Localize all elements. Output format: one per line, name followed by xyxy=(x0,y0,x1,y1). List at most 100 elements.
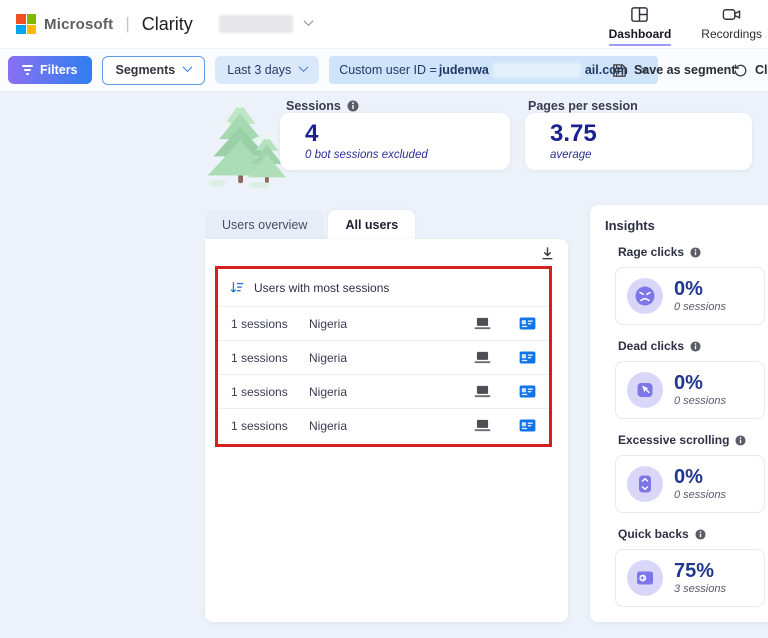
all-users-label: All users xyxy=(345,217,399,232)
insights-panel: Insights Rage clicks 0% 0 sessions Dead … xyxy=(590,205,768,622)
trees-illustration xyxy=(207,101,286,189)
clarity-wordmark: Clarity xyxy=(141,13,193,34)
laptop-icon xyxy=(474,351,491,364)
quick-back-icon xyxy=(627,560,663,596)
info-icon[interactable] xyxy=(690,246,701,258)
segments-dropdown[interactable]: Segments xyxy=(101,55,206,85)
id-card-icon[interactable] xyxy=(519,419,536,432)
row-country: Nigeria xyxy=(309,384,348,399)
chevron-down-icon xyxy=(298,62,309,73)
id-card-icon[interactable] xyxy=(519,317,536,330)
table-row[interactable]: 1 sessions Nigeria xyxy=(218,306,549,340)
users-overview-label: Users overview xyxy=(222,217,308,232)
id-card-icon[interactable] xyxy=(519,385,536,398)
laptop-icon xyxy=(474,419,491,432)
chip-user-start: judenwa xyxy=(438,63,489,77)
filter-icon xyxy=(22,64,33,76)
download-icon xyxy=(542,247,553,260)
dead-clicks-label: Dead clicks xyxy=(618,339,685,353)
filters-label: Filters xyxy=(40,63,78,77)
sort-descending-icon xyxy=(230,281,244,292)
excessive-scrolling-sessions: 0 sessions xyxy=(674,489,726,501)
info-icon[interactable] xyxy=(690,340,701,352)
users-sessions-table-highlighted: Users with most sessions 1 sessions Nige… xyxy=(215,266,552,447)
rage-clicks-value: 0% xyxy=(674,278,703,300)
table-header-label: Users with most sessions xyxy=(254,280,390,295)
info-icon[interactable] xyxy=(695,528,706,540)
chip-prefix: Custom user ID = xyxy=(339,63,437,77)
laptop-icon xyxy=(474,385,491,398)
insight-rage-clicks: Rage clicks 0% 0 sessions xyxy=(615,245,768,325)
project-name-redacted[interactable] xyxy=(218,15,293,33)
rage-clicks-card[interactable]: 0% 0 sessions xyxy=(615,267,765,325)
filters-button[interactable]: Filters xyxy=(8,56,92,84)
tab-all-users[interactable]: All users xyxy=(328,210,416,239)
clear-label: Cle xyxy=(755,63,768,77)
chip-redacted-segment xyxy=(492,62,581,78)
row-country: Nigeria xyxy=(309,316,348,331)
dashboard-label: Dashboard xyxy=(608,27,672,46)
tab-users-overview[interactable]: Users overview xyxy=(205,210,325,239)
microsoft-logo-icon xyxy=(16,14,36,34)
sessions-label-text: Sessions xyxy=(286,99,341,113)
tab-dashboard[interactable]: Dashboard xyxy=(607,5,674,46)
sessions-subtext: 0 bot sessions excluded xyxy=(305,149,428,162)
quick-backs-value: 75% xyxy=(674,560,715,582)
recordings-label: Recordings xyxy=(701,27,762,41)
insight-excessive-scrolling: Excessive scrolling 0% 0 sessions xyxy=(615,433,768,513)
sessions-metric-label: Sessions xyxy=(286,99,359,113)
chevron-down-icon xyxy=(182,62,193,73)
row-sessions: 1 sessions xyxy=(231,384,288,399)
table-row[interactable]: 1 sessions Nigeria xyxy=(218,374,549,408)
quick-backs-label: Quick backs xyxy=(618,527,689,541)
pages-per-session-label-text: Pages per session xyxy=(528,99,638,113)
insight-quick-backs: Quick backs 75% 3 sessions xyxy=(615,527,768,607)
excessive-scrolling-card[interactable]: 0% 0 sessions xyxy=(615,455,765,513)
clear-filters-button[interactable]: Cle xyxy=(727,62,768,79)
pages-per-session-metric-label: Pages per session xyxy=(528,99,638,113)
tab-recordings[interactable]: Recordings xyxy=(699,5,764,46)
laptop-icon xyxy=(474,317,491,330)
dead-click-cursor-icon xyxy=(627,372,663,408)
video-camera-icon xyxy=(722,9,741,20)
pages-per-session-metric-card: 3.75 average xyxy=(525,113,752,170)
dead-clicks-value: 0% xyxy=(674,372,703,394)
microsoft-wordmark: Microsoft xyxy=(44,15,114,33)
dead-clicks-card[interactable]: 0% 0 sessions xyxy=(615,361,765,419)
table-row[interactable]: 1 sessions Nigeria xyxy=(218,408,549,442)
top-bar: Microsoft | Clarity Dashboard Recordings xyxy=(0,0,768,48)
quick-backs-card[interactable]: 75% 3 sessions xyxy=(615,549,765,607)
sessions-value: 4 xyxy=(305,120,319,147)
pages-per-session-subtext: average xyxy=(550,149,592,162)
excessive-scrolling-value: 0% xyxy=(674,466,703,488)
rage-clicks-label: Rage clicks xyxy=(618,245,685,259)
quick-backs-sessions: 3 sessions xyxy=(674,583,726,595)
top-nav: Dashboard Recordings xyxy=(607,5,764,46)
row-sessions: 1 sessions xyxy=(231,316,288,331)
insights-title: Insights xyxy=(605,218,655,233)
filter-bar: Filters Segments Last 3 days Custom user… xyxy=(0,48,768,92)
all-users-panel: Users with most sessions 1 sessions Nige… xyxy=(205,239,568,622)
insight-dead-clicks: Dead clicks 0% 0 sessions xyxy=(615,339,768,419)
undo-reset-icon xyxy=(734,64,747,76)
date-range-dropdown[interactable]: Last 3 days xyxy=(215,56,320,84)
download-button[interactable] xyxy=(540,246,555,266)
rage-clicks-sessions: 0 sessions xyxy=(674,301,726,313)
table-header[interactable]: Users with most sessions xyxy=(218,269,549,306)
pages-per-session-value: 3.75 xyxy=(550,120,597,147)
sessions-metric-card: 4 0 bot sessions excluded xyxy=(280,113,510,170)
date-range-label: Last 3 days xyxy=(227,63,292,77)
save-as-segment-button[interactable]: Save as segment xyxy=(606,62,741,79)
info-icon[interactable] xyxy=(735,434,746,446)
id-card-icon[interactable] xyxy=(519,351,536,364)
table-row[interactable]: 1 sessions Nigeria xyxy=(218,340,549,374)
row-sessions: 1 sessions xyxy=(231,418,288,433)
segments-label: Segments xyxy=(115,63,176,77)
dashboard-grid-icon xyxy=(631,7,649,22)
row-sessions: 1 sessions xyxy=(231,350,288,365)
phone-scroll-icon xyxy=(627,466,663,502)
angry-face-icon xyxy=(627,278,663,314)
project-chevron-down-icon[interactable] xyxy=(303,16,314,27)
excessive-scrolling-label: Excessive scrolling xyxy=(618,433,730,447)
info-icon[interactable] xyxy=(347,100,359,112)
